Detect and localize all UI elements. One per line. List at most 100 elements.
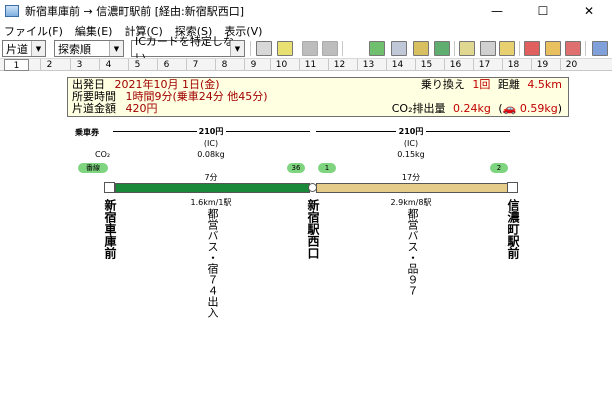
co2-label: CO₂排出量 (391, 102, 446, 115)
route-tab-11[interactable]: 11 (299, 59, 321, 71)
express-icon[interactable] (322, 41, 338, 56)
route-tab-8[interactable]: 8 (215, 59, 233, 71)
segment-2-duration: 17分 (401, 173, 421, 182)
paren-close: ) (557, 102, 562, 115)
segment-2-fare-type: (IC) (403, 139, 419, 148)
window-title: 新宿車庫前 → 信濃町駅前 [経由:新宿駅西口] (25, 5, 244, 18)
station-destination[interactable]: 信濃町駅前 (505, 199, 522, 259)
arrival-platform-badge: 36 (287, 163, 305, 173)
segment-1-fare: 210円 (198, 127, 224, 136)
maximize-button[interactable]: ☐ (520, 0, 566, 22)
co2-car-value: 0.59kg (519, 102, 558, 115)
segment-2-distance: 2.9km/8駅 (390, 198, 432, 207)
sort-order-value: 探索順 (58, 42, 91, 56)
route-tab-17[interactable]: 17 (473, 59, 495, 71)
arrival-platform-badge: 2 (490, 163, 508, 173)
route-tab-4[interactable]: 4 (99, 59, 117, 71)
title-bar: 新宿車庫前 → 信濃町駅前 [経由:新宿駅西口] — ☐ ✕ (0, 0, 612, 22)
menu-file[interactable]: ファイル(F) (4, 23, 63, 39)
segment-1-duration: 7分 (204, 173, 218, 182)
route-tab-20[interactable]: 20 (560, 59, 582, 71)
last-route-icon[interactable] (565, 41, 581, 56)
route-tabs: 1 2 3 4 5 6 7 8 9 10 11 12 13 14 15 16 1… (0, 58, 612, 71)
route-tab-12[interactable]: 12 (328, 59, 350, 71)
commuter-pass-icon[interactable] (459, 41, 475, 56)
trip-type-value: 片道 (6, 42, 28, 56)
next-route-icon[interactable] (545, 41, 561, 56)
route-tab-9[interactable]: 9 (244, 59, 262, 71)
route-tab-6[interactable]: 6 (157, 59, 175, 71)
toolbar: 片道 ▼ 探索順 ▼ ICカードを特定しない ▼ (0, 35, 612, 64)
destination-stop-marker (507, 182, 518, 193)
transfer-value: 1回 (472, 78, 491, 91)
ticket-label: 乗車券 (75, 128, 99, 137)
route-tab-3[interactable]: 3 (70, 59, 88, 71)
transfer-distance: 乗り換え 1回 距離 4.5km (421, 79, 562, 91)
route-map-icon[interactable] (369, 41, 385, 56)
route-tab-16[interactable]: 16 (444, 59, 466, 71)
minimize-button[interactable]: — (474, 0, 520, 22)
chevron-down-icon: ▼ (31, 41, 45, 56)
previous-route-icon[interactable] (524, 41, 540, 56)
toolbar-separator (454, 41, 455, 56)
chevron-down-icon: ▼ (109, 41, 123, 56)
distance-label: 距離 (497, 78, 520, 91)
export-icon[interactable] (499, 41, 515, 56)
edit-icon[interactable] (592, 41, 608, 56)
app-icon (5, 5, 19, 17)
route-tab-7[interactable]: 7 (186, 59, 204, 71)
fare-row: 片道金額 420円 (72, 103, 158, 115)
co2-emission: CO₂排出量 0.24kg (🚗 0.59kg) (392, 103, 562, 115)
route-tab-19[interactable]: 19 (531, 59, 553, 71)
segment-2-line-name[interactable]: 都営バス・品９７ (404, 208, 420, 296)
route-tab-18[interactable]: 18 (502, 59, 524, 71)
toolbar-separator (585, 41, 586, 56)
route-tab-5[interactable]: 5 (128, 59, 146, 71)
calculator-icon[interactable] (256, 41, 272, 56)
route-tab-13[interactable]: 13 (357, 59, 379, 71)
toolbar-separator (519, 41, 520, 56)
distance-value: 4.5km (527, 78, 562, 91)
e-ticket-icon[interactable] (302, 41, 318, 56)
co2-value: 0.24kg (452, 102, 491, 115)
route-summary: 出発日 2021年10月 1日(金) 所要時間 1時間9分(乗車24分 他45分… (67, 77, 569, 117)
ticket-line (426, 131, 510, 132)
ticket-line (316, 131, 396, 132)
route-tab-10[interactable]: 10 (270, 59, 292, 71)
segment-1-bar[interactable] (115, 183, 310, 193)
toolbar-separator (250, 41, 251, 56)
detour-icon[interactable] (413, 41, 429, 56)
timetable-icon[interactable] (277, 41, 293, 56)
car-icon: 🚗 (502, 102, 517, 115)
transfer-label: 乗り換え (420, 78, 465, 91)
station-origin[interactable]: 新宿車庫前 (102, 199, 119, 259)
station-transfer[interactable]: 新宿駅西口 (305, 199, 322, 259)
segment-2-bar[interactable] (316, 183, 510, 193)
route-tab-15[interactable]: 15 (415, 59, 437, 71)
platform-badge: 番線 (78, 163, 108, 173)
ic-card-select[interactable]: ICカードを特定しない ▼ (131, 35, 245, 64)
toolbar-separator (342, 41, 343, 56)
route-tab-14[interactable]: 14 (386, 59, 408, 71)
station-icon[interactable] (391, 41, 407, 56)
route-tab-1[interactable]: 1 (4, 59, 29, 71)
close-button[interactable]: ✕ (566, 0, 612, 22)
segment-1-line-name[interactable]: 都営バス・宿７４出入 (204, 208, 220, 318)
sort-order-select[interactable]: 探索順 ▼ (54, 40, 124, 57)
pass-icon[interactable] (434, 41, 450, 56)
route-tab-2[interactable]: 2 (40, 59, 58, 71)
menu-bar: ファイル(F) 編集(E) 計算(C) 探索(S) 表示(V) (0, 22, 612, 39)
transfer-stop-marker (308, 183, 317, 192)
window-controls: — ☐ ✕ (474, 0, 612, 22)
segment-2-fare: 210円 (398, 127, 424, 136)
origin-stop-marker (104, 182, 115, 193)
fare-value: 420円 (125, 102, 158, 115)
co2-row-label: CO₂ (95, 150, 111, 159)
segment-1-distance: 1.6km/1駅 (190, 198, 232, 207)
fare-label: 片道金額 (72, 102, 116, 115)
print-icon[interactable] (480, 41, 496, 56)
segment-1-co2: 0.08kg (197, 150, 225, 159)
trip-type-select[interactable]: 片道 ▼ (2, 40, 46, 57)
segment-2-co2: 0.15kg (397, 150, 425, 159)
menu-edit[interactable]: 編集(E) (75, 23, 113, 39)
